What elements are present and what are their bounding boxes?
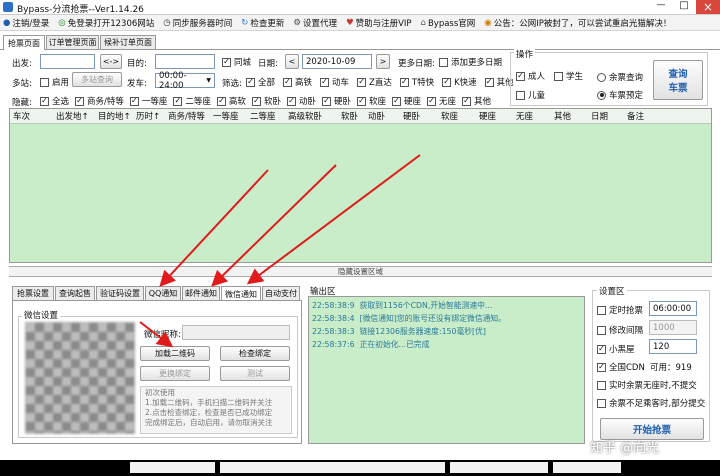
annotation-arrows — [139, 154, 421, 348]
arrow-to-qq — [159, 169, 269, 287]
arrow-to-email — [211, 164, 337, 287]
arrow-to-wechat — [246, 154, 421, 285]
arrow-to-load-qr — [139, 321, 174, 348]
